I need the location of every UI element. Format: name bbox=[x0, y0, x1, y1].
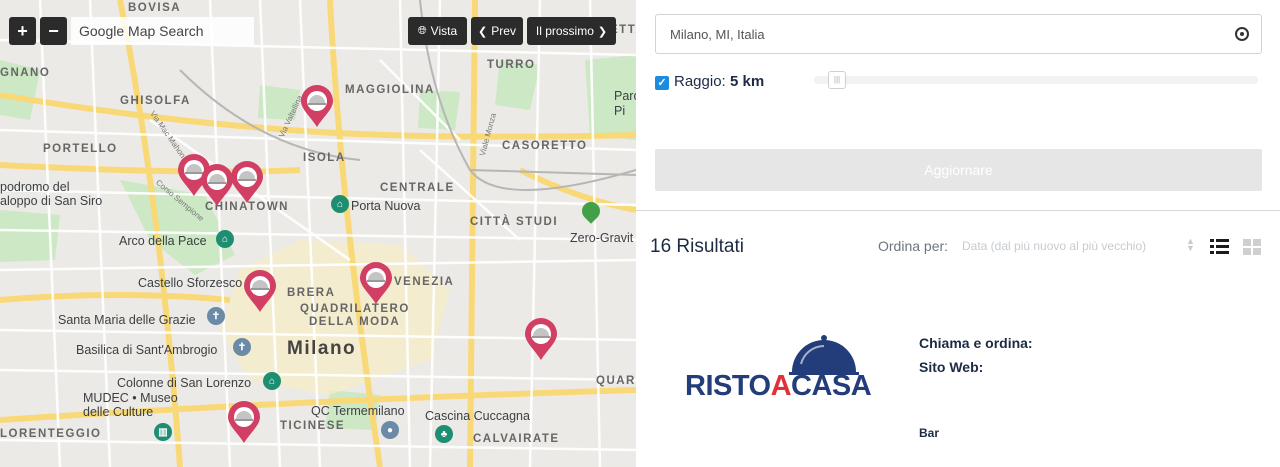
view-button[interactable]: 🌐︎ Vista bbox=[408, 17, 467, 45]
district-label: CASORETTO bbox=[502, 140, 588, 152]
museum-icon[interactable]: ▥ bbox=[154, 423, 172, 441]
poi-label: Basilica di Sant'Ambrogio bbox=[76, 343, 218, 357]
divider bbox=[636, 210, 1280, 211]
district-label: TICINESE bbox=[280, 420, 346, 432]
next-button[interactable]: Il prossimo ❯ bbox=[527, 17, 616, 45]
listing-category: Bar bbox=[919, 426, 940, 440]
sort-select[interactable]: Data (dal più nuovo al più vecchio) bbox=[962, 239, 1146, 253]
restaurant-pin-icon[interactable] bbox=[300, 84, 334, 128]
sort-label: Ordina per: bbox=[878, 238, 949, 254]
landmark-icon[interactable]: ⌂ bbox=[331, 195, 349, 213]
logo-wordmark: RISTOACASA bbox=[685, 370, 872, 403]
radius-label: Raggio: bbox=[674, 73, 726, 90]
landmark-icon[interactable]: ⌂ bbox=[263, 372, 281, 390]
chevron-right-icon: ❯ bbox=[597, 25, 608, 38]
location-input[interactable]: Milano, MI, Italia bbox=[655, 14, 1262, 54]
church-icon[interactable]: ✝ bbox=[207, 307, 225, 325]
landmark-icon[interactable]: ⌂ bbox=[216, 230, 234, 248]
grid-view-icon[interactable] bbox=[1243, 239, 1261, 255]
poi-label: Porta Nuova bbox=[351, 199, 421, 213]
locate-me-icon[interactable] bbox=[1235, 27, 1249, 41]
poi-label: Cascina Cuccagna bbox=[425, 409, 530, 423]
poi-label: Parc bbox=[614, 89, 636, 103]
district-label: DELLA MODA bbox=[309, 316, 401, 328]
prev-button[interactable]: ❮ Prev bbox=[471, 17, 523, 45]
poi-label: aloppo di San Siro bbox=[0, 194, 103, 208]
call-label: Chiama e ordina: bbox=[919, 335, 1033, 351]
place-icon[interactable]: ● bbox=[381, 421, 399, 439]
restaurant-pin-icon[interactable] bbox=[227, 400, 261, 444]
prev-button-label: Prev bbox=[491, 24, 516, 38]
radius-checkbox[interactable]: ✓ bbox=[655, 76, 669, 90]
select-caret-icon: ▲ ▼ bbox=[1186, 236, 1195, 253]
zoom-in-button[interactable]: + bbox=[9, 17, 36, 45]
list-view-icon[interactable] bbox=[1210, 239, 1229, 254]
map-view[interactable]: BOVISA MAGGIOLINA TURRO GHISOLFA PORTELL… bbox=[0, 0, 636, 467]
view-button-label: Vista bbox=[430, 24, 458, 38]
poi-label: Pi bbox=[614, 104, 626, 118]
next-button-label: Il prossimo bbox=[535, 24, 594, 38]
zoom-out-button[interactable]: − bbox=[40, 17, 67, 45]
results-count: 16 Risultati bbox=[650, 236, 744, 257]
website-label: Sito Web: bbox=[919, 359, 984, 375]
poi-label: delle Culture bbox=[83, 405, 154, 419]
map-search-input[interactable]: Google Map Search bbox=[71, 17, 254, 45]
poi-label: QC Termemilano bbox=[311, 404, 405, 418]
globe-icon: 🌐︎ bbox=[417, 24, 427, 37]
district-label: TURRO bbox=[487, 59, 536, 71]
radius-slider-track[interactable] bbox=[814, 76, 1258, 84]
district-label: CITTÀ STUDI bbox=[470, 216, 559, 228]
logo-text-part: CASA bbox=[791, 370, 872, 402]
park-icon[interactable]: ♣ bbox=[435, 425, 453, 443]
district-label: PORTELLO bbox=[43, 143, 118, 155]
poi-label: Castello Sforzesco bbox=[138, 276, 243, 290]
district-label: CENTRALE bbox=[380, 182, 455, 194]
restaurant-pin-icon[interactable] bbox=[200, 163, 234, 207]
app-root: BOVISA MAGGIOLINA TURRO GHISOLFA PORTELL… bbox=[0, 0, 1280, 467]
listing-logo[interactable]: RISTOACASA bbox=[685, 334, 872, 404]
district-label: LORENTEGGIO bbox=[0, 428, 102, 440]
logo-text-part: RISTO bbox=[685, 370, 771, 402]
chevron-left-icon: ❮ bbox=[478, 25, 488, 38]
poi-label: Arco della Pace bbox=[119, 234, 207, 248]
poi-label: Zero-Gravit bbox=[570, 231, 634, 245]
radius-value: 5 km bbox=[730, 73, 765, 90]
district-label: GNANO bbox=[0, 67, 51, 79]
district-label: CALVAIRATE bbox=[473, 433, 560, 445]
poi-label: MUDEC • Museo bbox=[83, 391, 178, 405]
district-label: BRERA bbox=[287, 287, 336, 299]
district-label: QUADRILATERO bbox=[300, 303, 410, 315]
district-label: BOVISA bbox=[128, 2, 182, 14]
search-panel: Milano, MI, Italia ✓ Raggio: 5 km ||| Ag… bbox=[636, 0, 1280, 467]
poi-label: Santa Maria delle Grazie bbox=[58, 313, 196, 327]
district-label: MAGGIOLINA bbox=[345, 84, 435, 96]
update-button[interactable]: Aggiornare bbox=[655, 149, 1262, 191]
restaurant-pin-icon[interactable] bbox=[359, 261, 393, 305]
district-label: GHISOLFA bbox=[120, 95, 191, 107]
city-label: Milano bbox=[287, 338, 357, 359]
poi-label: Colonne di San Lorenzo bbox=[117, 376, 252, 390]
restaurant-pin-icon[interactable] bbox=[243, 269, 277, 313]
district-label: QUART bbox=[596, 375, 636, 387]
church-icon[interactable]: ✝ bbox=[233, 338, 251, 356]
radius-slider-handle[interactable]: ||| bbox=[828, 71, 846, 89]
poi-label: podromo del bbox=[0, 180, 70, 194]
district-label: VENEZIA bbox=[394, 276, 455, 288]
restaurant-pin-icon[interactable] bbox=[524, 317, 558, 361]
district-label: ISOLA bbox=[303, 152, 346, 164]
restaurant-pin-icon[interactable] bbox=[230, 160, 264, 204]
logo-text-part: A bbox=[770, 370, 792, 402]
location-input-value: Milano, MI, Italia bbox=[670, 26, 765, 42]
